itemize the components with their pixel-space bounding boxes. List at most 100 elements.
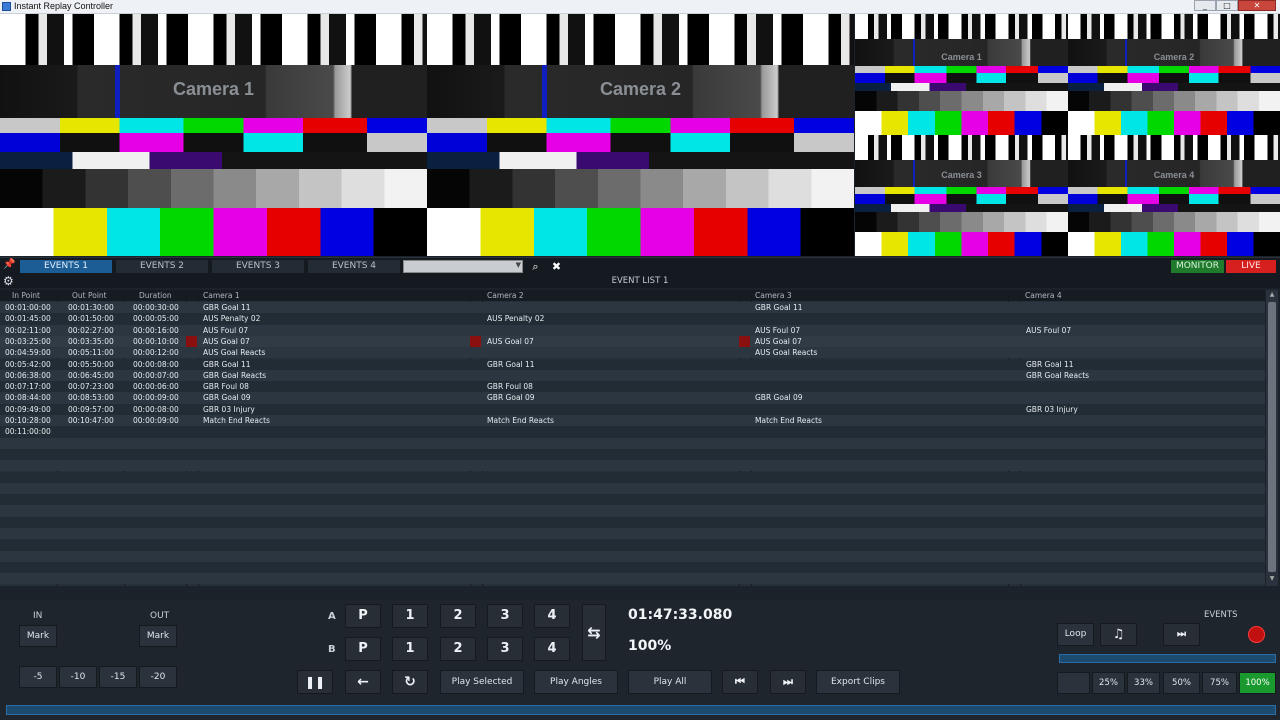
dropdown-arrow-icon: ▼ xyxy=(515,261,521,269)
table-row[interactable] xyxy=(0,437,1265,449)
back-arrow-icon[interactable]: ← xyxy=(345,670,381,694)
table-row[interactable] xyxy=(0,550,1265,562)
minimize-button[interactable]: _ xyxy=(1194,0,1216,11)
cam-a-4-button[interactable]: 4 xyxy=(534,604,570,628)
table-row[interactable] xyxy=(0,573,1265,585)
offset-5-button[interactable]: -5 xyxy=(19,666,57,688)
tab-events-4[interactable]: EVENTS 4 xyxy=(308,260,400,273)
close-button[interactable]: ✕ xyxy=(1238,0,1276,11)
events-scrubber[interactable] xyxy=(1059,654,1276,663)
cam-b-3-button[interactable]: 3 xyxy=(487,637,523,661)
cam-b-2-button[interactable]: 2 xyxy=(440,637,476,661)
table-cell: GBR Goal 09 xyxy=(203,393,251,403)
column-header[interactable]: Camera 4 xyxy=(1025,291,1062,300)
timeline-scrubber[interactable] xyxy=(6,705,1276,715)
speed-33-button[interactable]: 33% xyxy=(1127,672,1160,694)
pause-icon[interactable]: ❚❚ xyxy=(297,670,333,694)
table-row[interactable]: 00:07:17:00 00:07:23:00 00:00:06:00 GBR Fou… xyxy=(0,381,1265,393)
table-row[interactable] xyxy=(0,561,1265,574)
table-row[interactable] xyxy=(0,482,1265,495)
export-clips-button[interactable]: Export Clips xyxy=(816,670,900,694)
table-cell: GBR Goal 11 xyxy=(755,303,803,312)
speed-75-button[interactable]: 75% xyxy=(1202,672,1237,694)
table-row[interactable] xyxy=(0,471,1265,483)
tab-events-3[interactable]: EVENTS 3 xyxy=(212,260,304,273)
table-row[interactable] xyxy=(0,528,1265,540)
music-note-icon[interactable]: ♫ xyxy=(1100,623,1137,646)
speed-50-button[interactable]: 50% xyxy=(1163,672,1200,694)
grid-scrollbar[interactable]: ▲ ▼ xyxy=(1266,290,1278,586)
table-row[interactable]: 00:08:44:00 00:08:53:00 00:00:09:00 GBR Goa… xyxy=(0,392,1265,404)
play-angles-button[interactable]: Play Angles xyxy=(534,670,618,694)
column-header[interactable]: In Point xyxy=(12,291,40,300)
table-cell: 00:10:47:00 xyxy=(68,416,114,425)
speed-25-button[interactable]: 25% xyxy=(1092,672,1125,694)
column-header[interactable]: Duration xyxy=(139,291,172,300)
table-row[interactable] xyxy=(0,460,1265,472)
skip-forward-icon[interactable]: ⏭ xyxy=(770,670,806,694)
table-row[interactable]: 00:05:42:00 00:05:50:00 00:00:08:00 GBR Goa… xyxy=(0,358,1265,370)
swap-icon[interactable]: ⇆ xyxy=(582,604,606,661)
next-event-icon[interactable]: ⏭ xyxy=(1163,623,1200,646)
cam-a-2-button[interactable]: 2 xyxy=(440,604,476,628)
tab-events-2[interactable]: EVENTS 2 xyxy=(116,260,208,273)
event-grid[interactable]: In Point Out Point Duration Camera 1 Camera … xyxy=(0,290,1265,586)
clear-icon[interactable]: ✖ xyxy=(549,259,564,274)
table-row[interactable]: 00:11:00:00 xyxy=(0,426,1265,438)
preset-b-button[interactable]: P xyxy=(345,637,381,661)
table-row[interactable]: 00:02:11:00 00:02:27:00 00:00:16:00 AUS Fou… xyxy=(0,324,1265,336)
monitor-button[interactable]: MONITOR xyxy=(1171,260,1224,273)
column-header[interactable]: Out Point xyxy=(72,291,107,300)
play-all-button[interactable]: Play All xyxy=(628,670,712,694)
camera-1-thumb[interactable]: Camera 1 xyxy=(855,14,1068,135)
cam-a-1-button[interactable]: 1 xyxy=(392,604,428,628)
mark-out-button[interactable]: Mark xyxy=(139,625,177,647)
table-row[interactable]: 00:10:28:00 00:10:47:00 00:00:09:00 Match E… xyxy=(0,415,1265,427)
table-row[interactable] xyxy=(0,539,1265,551)
cam-b-4-button[interactable]: 4 xyxy=(534,637,570,661)
mark-in-button[interactable]: Mark xyxy=(19,625,57,647)
cam-a-3-button[interactable]: 3 xyxy=(487,604,523,628)
table-row[interactable] xyxy=(0,494,1265,506)
table-row[interactable] xyxy=(0,516,1265,528)
speed-blank-button[interactable] xyxy=(1057,672,1090,694)
live-button[interactable]: LIVE xyxy=(1226,260,1276,273)
table-row[interactable]: 00:01:45:00 00:01:50:00 00:00:05:00 AUS Pen… xyxy=(0,313,1265,325)
column-header[interactable]: Camera 3 xyxy=(755,291,792,300)
camera-4-thumb[interactable]: Camera 4 xyxy=(1068,135,1280,256)
record-icon[interactable] xyxy=(1248,626,1265,643)
column-header[interactable]: Camera 2 xyxy=(487,291,524,300)
table-row[interactable]: 00:06:38:00 00:06:45:00 00:00:07:00 GBR Goa… xyxy=(0,369,1265,382)
table-cell: AUS Foul 07 xyxy=(1026,325,1072,335)
maximize-button[interactable]: □ xyxy=(1216,0,1238,11)
pin-icon[interactable]: 📌 xyxy=(3,259,15,270)
scroll-up-icon[interactable]: ▲ xyxy=(1268,291,1276,301)
preset-a-button[interactable]: P xyxy=(345,604,381,628)
offset-20-button[interactable]: -20 xyxy=(139,666,177,688)
cam-b-1-button[interactable]: 1 xyxy=(392,637,428,661)
scroll-down-icon[interactable]: ▼ xyxy=(1268,575,1276,585)
table-row[interactable]: 00:04:59:00 00:05:11:00 00:00:12:00 AUS Goa… xyxy=(0,347,1265,359)
skip-back-icon[interactable]: ⏮ xyxy=(722,670,758,694)
camera-3-thumb[interactable]: Camera 3 xyxy=(855,135,1068,256)
speed-100-button[interactable]: 100% xyxy=(1239,672,1276,694)
table-row[interactable] xyxy=(0,505,1265,517)
camera-1-preview[interactable]: Camera 1 xyxy=(0,14,427,256)
table-cell: 00:06:45:00 xyxy=(68,370,114,380)
offset-15-button[interactable]: -15 xyxy=(99,666,137,688)
search-input[interactable]: ▼ xyxy=(403,260,523,273)
table-row[interactable] xyxy=(0,448,1265,461)
column-header[interactable]: Camera 1 xyxy=(203,291,240,300)
table-row[interactable]: 00:09:49:00 00:09:57:00 00:00:08:00 GBR 03 … xyxy=(0,403,1265,415)
tab-events-1[interactable]: EVENTS 1 xyxy=(20,260,112,273)
offset-10-button[interactable]: -10 xyxy=(59,666,97,688)
table-row[interactable]: 00:01:00:00 00:01:30:00 00:00:30:00 GBR Goa… xyxy=(0,302,1265,314)
camera-2-preview[interactable]: Camera 2 xyxy=(427,14,854,256)
search-icon[interactable]: ⌕ xyxy=(528,259,543,274)
camera-2-thumb[interactable]: Camera 2 xyxy=(1068,14,1280,135)
play-selected-button[interactable]: Play Selected xyxy=(440,670,524,694)
replay-icon[interactable]: ↻ xyxy=(392,670,428,694)
window-title: Instant Replay Controller xyxy=(14,1,114,11)
loop-button[interactable]: Loop xyxy=(1057,623,1094,646)
scroll-thumb[interactable] xyxy=(1268,302,1276,572)
